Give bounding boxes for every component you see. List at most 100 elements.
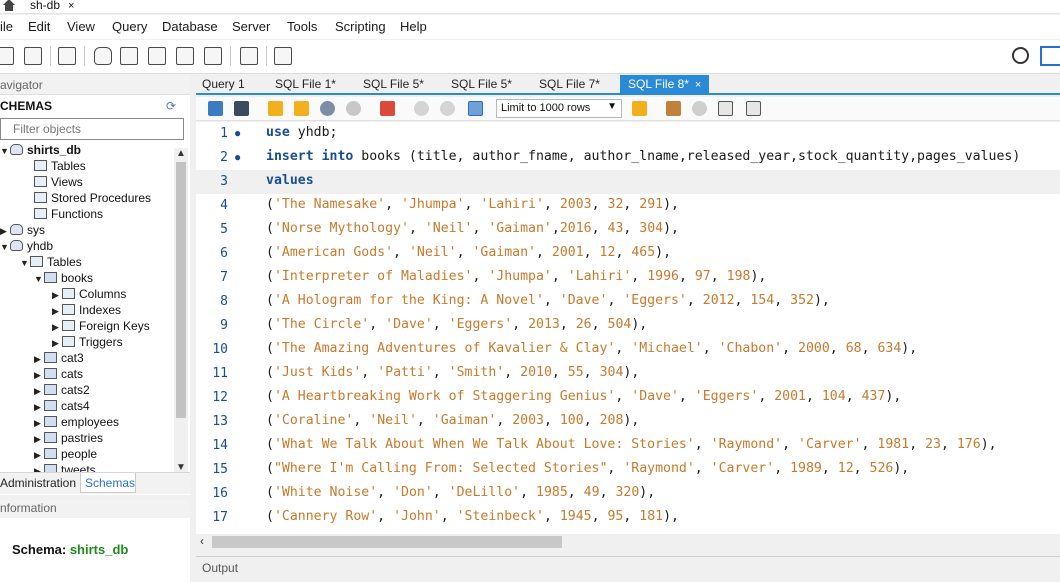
expand-right-icon[interactable]: ▶ <box>34 418 44 429</box>
editor-line[interactable]: 10 ('The Amazing Adventures of Kavalier &… <box>196 338 1060 362</box>
expand-right-icon[interactable]: ▶ <box>34 386 44 397</box>
close-icon[interactable]: × <box>695 79 701 91</box>
expand-right-icon[interactable]: ▶ <box>34 354 44 365</box>
execute-icon[interactable] <box>268 101 283 116</box>
sql-editor[interactable]: 1 ● use yhdb; 2 ● insert into books (title, a… <box>196 122 1060 534</box>
navigator-scrollbar[interactable]: ▲ ▼ <box>174 148 188 478</box>
tree-node[interactable]: ▶ cat3 <box>34 351 84 367</box>
limit-rows-select[interactable]: Limit to 1000 rows ▼ <box>496 99 622 118</box>
menu-server[interactable]: Server <box>232 19 270 34</box>
tab-sql-file-7[interactable]: SQL File 7* <box>539 77 600 91</box>
execute-current-icon[interactable] <box>294 101 309 116</box>
tree-node[interactable]: Views <box>24 175 83 191</box>
scroll-left-icon[interactable]: ‹ <box>200 534 204 548</box>
menu-scripting[interactable]: Scripting <box>335 19 386 34</box>
editor-line[interactable]: 4 ('The Namesake', 'Jhumpa', 'Lahiri', 20… <box>196 194 1060 218</box>
create-function-icon[interactable] <box>204 47 222 65</box>
tree-node[interactable]: Stored Procedures <box>24 191 151 207</box>
editor-line[interactable]: 5 ('Norse Mythology', 'Neil', 'Gaiman',20… <box>196 218 1060 242</box>
editor-line[interactable]: 15 ("Where I'm Calling From: Selected Sto… <box>196 458 1060 482</box>
explain-icon[interactable] <box>320 101 335 116</box>
editor-line[interactable]: 14 ('What We Talk About When We Talk Abou… <box>196 434 1060 458</box>
find-icon[interactable] <box>692 101 707 116</box>
home-icon[interactable] <box>1 0 17 12</box>
tree-node[interactable]: ▶ people <box>34 447 97 463</box>
menu-file[interactable]: ile <box>0 19 13 34</box>
expand-down-icon[interactable]: ▼ <box>0 146 10 156</box>
expand-right-icon[interactable]: ▶ <box>34 450 44 461</box>
editor-line[interactable]: 17 ('Cannery Row', 'John', 'Steinbeck', 1… <box>196 506 1060 530</box>
beautify-icon[interactable] <box>666 101 681 116</box>
menu-database[interactable]: Database <box>162 19 218 34</box>
gear-icon[interactable] <box>1012 47 1029 64</box>
menu-help[interactable]: Help <box>400 19 427 34</box>
inspector-icon[interactable] <box>58 47 76 65</box>
expand-right-icon[interactable]: ▶ <box>0 226 10 237</box>
refresh-icon[interactable]: ⟳ <box>166 99 176 113</box>
tree-node[interactable]: Functions <box>24 207 103 223</box>
editor-line[interactable]: 1 ● use yhdb; <box>196 122 1060 146</box>
create-procedure-icon[interactable] <box>176 47 194 65</box>
menu-tools[interactable]: Tools <box>287 19 317 34</box>
tab-administration[interactable]: Administration <box>0 476 76 490</box>
tree-node[interactable]: Tables <box>24 159 86 175</box>
editor-line[interactable]: 11 ('Just Kids', 'Patti', 'Smith', 2010, … <box>196 362 1060 386</box>
connection-tab[interactable]: sh-db × <box>30 0 90 12</box>
expand-right-icon[interactable]: ▶ <box>52 290 62 301</box>
tree-node[interactable]: ▼ Tables <box>20 255 82 271</box>
expand-right-icon[interactable]: ▶ <box>34 370 44 381</box>
reconnect-icon[interactable] <box>274 47 292 65</box>
new-sql-tab-icon[interactable] <box>0 47 14 65</box>
tree-node[interactable]: ▶ Indexes <box>52 303 121 319</box>
menu-query[interactable]: Query <box>112 19 147 34</box>
tab-sql-file-1[interactable]: SQL File 1* <box>275 77 336 91</box>
add-snippet-icon[interactable] <box>632 101 647 116</box>
scroll-up-icon[interactable]: ▲ <box>176 148 186 159</box>
tree-node[interactable]: ▶ cats <box>34 367 83 383</box>
create-table-icon[interactable] <box>120 47 138 65</box>
tree-node[interactable]: ▼ yhdb <box>0 239 53 255</box>
tab-schemas[interactable]: Schemas <box>80 473 136 493</box>
stop-icon[interactable] <box>346 101 361 116</box>
scrollbar-thumb[interactable] <box>176 162 186 418</box>
editor-line[interactable]: 12 ('A Heartbreaking Work of Staggering G… <box>196 386 1060 410</box>
invisible-chars-icon[interactable] <box>718 101 733 116</box>
editor-horizontal-scrollbar[interactable]: ‹ <box>196 534 1060 550</box>
open-file-icon[interactable] <box>208 101 223 116</box>
expand-right-icon[interactable]: ▶ <box>52 338 62 349</box>
tree-node[interactable]: ▶ cats2 <box>34 383 90 399</box>
scrollbar-thumb[interactable] <box>212 536 562 548</box>
menu-edit[interactable]: Edit <box>28 19 50 34</box>
expand-right-icon[interactable]: ▶ <box>52 322 62 333</box>
create-schema-icon[interactable] <box>94 47 112 65</box>
editor-line[interactable]: 3 values <box>196 170 1060 194</box>
editor-line[interactable]: 16 ('White Noise', 'Don', 'DeLillo', 1985… <box>196 482 1060 506</box>
autocommit-icon[interactable] <box>468 101 483 116</box>
menu-view[interactable]: View <box>67 19 95 34</box>
tab-sql-file-5[interactable]: SQL File 5* <box>363 77 424 91</box>
expand-down-icon[interactable]: ▼ <box>0 242 10 252</box>
create-view-icon[interactable] <box>148 47 166 65</box>
open-sql-script-icon[interactable] <box>24 47 42 65</box>
search-table-data-icon[interactable] <box>240 47 258 65</box>
editor-line[interactable]: 9 ('The Circle', 'Dave', 'Eggers', 2013, … <box>196 314 1060 338</box>
rollback-icon[interactable] <box>440 101 455 116</box>
editor-line[interactable]: 8 ('A Hologram for the King: A Novel', 'D… <box>196 290 1060 314</box>
tab-query-1[interactable]: Query 1 <box>202 77 245 91</box>
editor-line[interactable]: 2 ● insert into books (title, author_fname… <box>196 146 1060 170</box>
tree-node[interactable]: ▶ Foreign Keys <box>52 319 150 335</box>
expand-right-icon[interactable]: ▶ <box>52 306 62 317</box>
tree-node[interactable]: ▶ sys <box>0 223 45 239</box>
commit-icon[interactable] <box>414 101 429 116</box>
expand-right-icon[interactable]: ▶ <box>34 434 44 445</box>
toggle-error-icon[interactable] <box>380 101 395 116</box>
tree-node[interactable]: ▼ books <box>34 271 93 287</box>
editor-line[interactable]: 13 ('Coraline', 'Neil', 'Gaiman', 2003, 1… <box>196 410 1060 434</box>
expand-down-icon[interactable]: ▼ <box>34 274 44 284</box>
tree-node[interactable]: ▶ pastries <box>34 431 103 447</box>
tree-node[interactable]: ▶ Columns <box>52 287 126 303</box>
tree-node[interactable]: ▶ cats4 <box>34 399 90 415</box>
tab-sql-file-5-b[interactable]: SQL File 5* <box>451 77 512 91</box>
expand-right-icon[interactable]: ▶ <box>34 402 44 413</box>
tab-sql-file-8[interactable]: SQL File 8* × <box>620 75 710 93</box>
